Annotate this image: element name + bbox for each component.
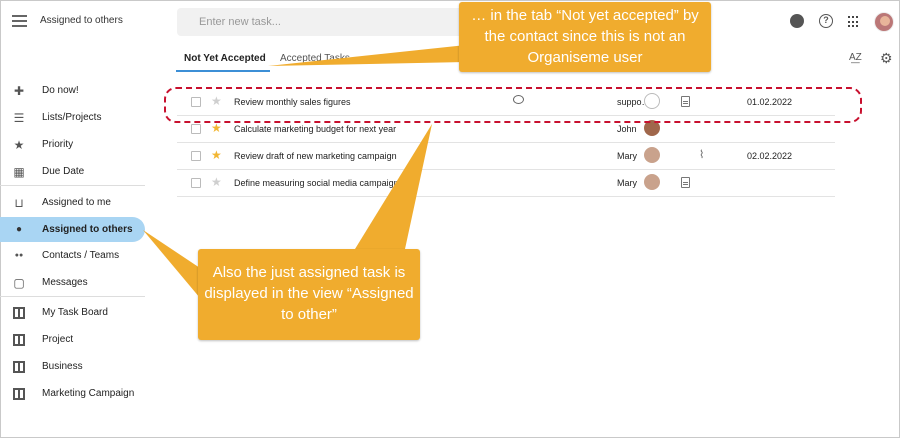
callout-arrows [143, 45, 466, 298]
callout-bottom-pointer-left [143, 230, 200, 298]
callout-bottom-pointer-up [355, 124, 432, 249]
callout-top-pointer [268, 45, 466, 66]
callout-bottom: Also the just assigned task is displayed… [198, 249, 420, 340]
callout-top: … in the tab “Not yet accepted” by the c… [459, 2, 711, 72]
